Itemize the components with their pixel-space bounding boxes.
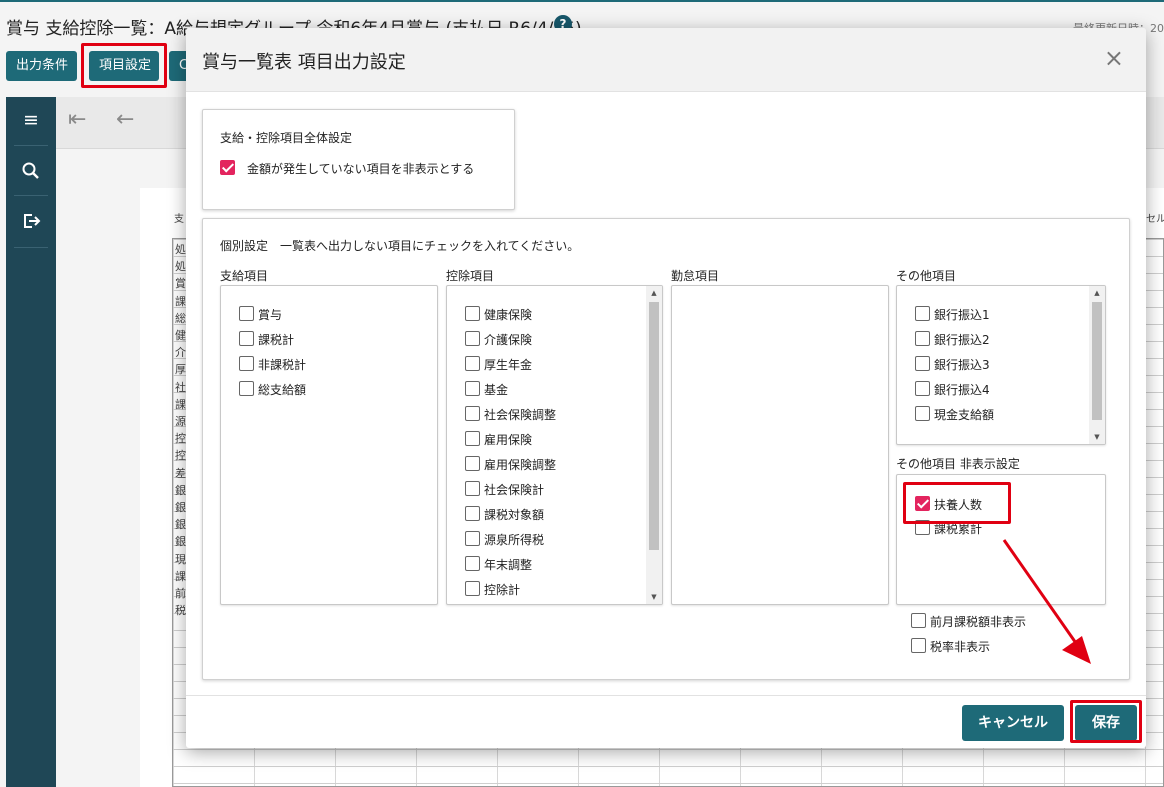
row-label: 源: [175, 415, 186, 428]
row-label: 現: [175, 552, 186, 566]
menu-icon[interactable]: ≡: [20, 109, 42, 131]
row-label: 控: [175, 449, 186, 463]
row-label: 差: [175, 466, 186, 480]
row-label: 課: [175, 294, 186, 308]
row-label: 健: [175, 329, 186, 342]
back-arrow-icon[interactable]: ←: [116, 107, 134, 132]
sheet-header-left: 支: [174, 214, 184, 225]
row-label: 介: [175, 346, 186, 360]
first-page-icon[interactable]: ⇤: [68, 107, 86, 132]
row-label: 厚: [175, 363, 186, 377]
row-label: 賞: [175, 277, 186, 291]
annotation-arrow: [1002, 539, 1091, 664]
footer-divider: [186, 695, 1146, 696]
rail-divider: [14, 195, 48, 196]
rail-divider: [14, 145, 48, 146]
export-icon[interactable]: [20, 211, 42, 236]
row-label: 処: [175, 243, 186, 256]
row-label: 銀: [175, 518, 186, 532]
row-label: 総: [175, 311, 186, 325]
side-rail: ≡: [6, 97, 56, 787]
row-label: 税: [175, 604, 186, 618]
row-label: 控: [175, 432, 186, 446]
row-label: 処: [175, 260, 186, 274]
row-label: 社: [175, 380, 186, 394]
sheet-header-right: セル: [1146, 214, 1164, 225]
save-highlight: [1070, 700, 1142, 743]
rail-divider: [14, 247, 48, 248]
row-label: 銀: [175, 535, 186, 549]
cancel-button[interactable]: キャンセル: [962, 705, 1064, 741]
search-icon[interactable]: [20, 161, 42, 186]
top-accent-line: [0, 0, 1164, 2]
row-label: 銀: [175, 483, 186, 497]
row-label: 銀: [175, 501, 186, 514]
row-label: 課: [175, 569, 186, 583]
item-settings-highlight: [81, 43, 167, 88]
output-conditions-button[interactable]: 出力条件: [6, 51, 77, 81]
row-label: 前: [175, 587, 186, 600]
row-label: 課: [175, 397, 186, 411]
item-output-settings-dialog: 賞与一覧表 項目出力設定 × 支給・控除項目全体設定 金額が発生していない項目を…: [186, 28, 1146, 748]
